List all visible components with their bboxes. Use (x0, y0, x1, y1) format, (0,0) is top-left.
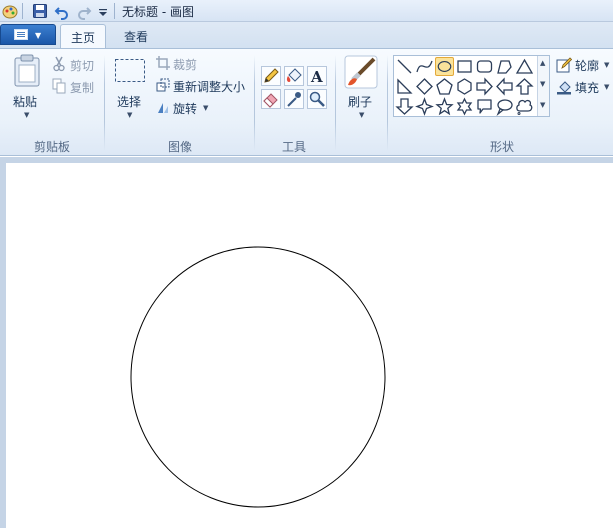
chevron-down-icon: ▼ (35, 31, 42, 40)
scissors-icon[interactable] (52, 56, 66, 72)
four-point-star-shape-icon[interactable] (415, 97, 434, 116)
rectangle-shape-icon[interactable] (455, 57, 474, 76)
color-picker-tool[interactable] (284, 89, 304, 109)
copy-button[interactable]: 复制 (70, 79, 94, 96)
tab-home[interactable]: 主页 (60, 24, 106, 48)
pentagon-shape-icon[interactable] (435, 77, 454, 96)
brushes-dropdown-arrow[interactable]: ▼ (359, 111, 364, 119)
tab-view[interactable]: 查看 (116, 24, 156, 48)
right-arrow-shape-icon[interactable] (475, 77, 494, 96)
save-icon[interactable] (32, 2, 48, 20)
clipboard-group-label: 剪贴板 (33, 140, 70, 154)
select-rectangle-icon[interactable] (114, 58, 146, 84)
cloud-callout-shape-icon[interactable] (515, 97, 534, 116)
outline-button[interactable]: 轮廓 (575, 57, 599, 74)
redo-icon[interactable] (76, 2, 92, 20)
clipboard-paste-icon[interactable] (12, 54, 42, 88)
paste-dropdown-arrow[interactable]: ▼ (24, 111, 29, 119)
customize-quick-access-icon[interactable] (98, 2, 108, 20)
shapes-gallery-scrollbar[interactable]: ▲ ▼ ▼ (537, 56, 549, 116)
fill-tool[interactable] (284, 66, 304, 86)
text-icon: A (310, 68, 323, 86)
oval-callout-shape-icon[interactable] (495, 97, 514, 116)
select-dropdown-arrow[interactable]: ▼ (127, 111, 132, 119)
circle-drawing (130, 246, 386, 508)
rotate-icon[interactable] (156, 100, 170, 114)
group-separator (335, 55, 336, 151)
pencil-icon (264, 68, 279, 83)
five-point-star-shape-icon[interactable] (435, 97, 454, 116)
fill-button[interactable]: 填充 (575, 79, 599, 96)
rotate-button[interactable]: 旋转 (173, 100, 197, 117)
paint-app-icon[interactable] (2, 2, 18, 20)
paint-menu-button[interactable]: ▼ (0, 24, 56, 45)
hexagon-shape-icon[interactable] (455, 77, 474, 96)
curve-shape-icon[interactable] (415, 57, 434, 76)
crop-icon[interactable] (156, 56, 170, 70)
outline-icon[interactable] (556, 57, 572, 73)
magnifier-tool[interactable] (307, 89, 327, 109)
six-point-star-shape-icon[interactable] (455, 97, 474, 116)
quick-access-separator (22, 3, 23, 19)
ribbon: 粘贴 ▼ 剪切 复制 剪贴板 选择 ▼ 裁剪 重新调整大小 旋转 ▼ 图像 A (0, 48, 613, 156)
magnifier-icon (309, 91, 325, 107)
oval-shape-icon[interactable] (435, 57, 454, 76)
eraser-tool[interactable] (261, 89, 281, 109)
fill-dropdown-arrow[interactable]: ▼ (604, 83, 609, 91)
undo-icon[interactable] (54, 2, 70, 20)
fill-bucket-icon (286, 68, 302, 82)
select-button[interactable]: 选择 (117, 93, 141, 110)
svg-text:A: A (310, 68, 323, 85)
fill-icon[interactable] (556, 79, 572, 95)
resize-icon[interactable] (156, 78, 170, 92)
eraser-icon (263, 93, 278, 108)
brushes-button[interactable]: 刷子 (348, 93, 372, 110)
triangle-shape-icon[interactable] (515, 57, 534, 76)
crop-button[interactable]: 裁剪 (173, 56, 197, 73)
rotate-dropdown-arrow[interactable]: ▼ (203, 104, 208, 112)
group-separator (387, 55, 388, 151)
gallery-up-icon[interactable]: ▲ (540, 59, 545, 67)
resize-button[interactable]: 重新调整大小 (173, 78, 245, 95)
rounded-rectangle-shape-icon[interactable] (475, 57, 494, 76)
cut-button[interactable]: 剪切 (70, 57, 94, 74)
up-arrow-shape-icon[interactable] (515, 77, 534, 96)
brush-icon[interactable] (344, 55, 378, 89)
down-arrow-shape-icon[interactable] (395, 97, 414, 116)
gallery-expand-icon[interactable]: ▼ (540, 101, 545, 109)
group-separator (254, 55, 255, 151)
diamond-shape-icon[interactable] (415, 77, 434, 96)
group-separator (104, 55, 105, 151)
title-bar: 无标题 - 画图 (0, 0, 613, 22)
paste-button[interactable]: 粘贴 (13, 93, 37, 110)
polygon-shape-icon[interactable] (495, 57, 514, 76)
right-triangle-shape-icon[interactable] (395, 77, 414, 96)
tools-group-label: 工具 (281, 140, 306, 154)
copy-icon[interactable] (52, 78, 66, 94)
image-group-label: 图像 (167, 140, 192, 154)
eyedropper-icon (287, 92, 301, 107)
title-separator (114, 3, 115, 19)
pencil-tool[interactable] (261, 66, 281, 86)
shapes-group-label: 形状 (489, 140, 514, 154)
gallery-down-icon[interactable]: ▼ (540, 80, 545, 88)
outline-dropdown-arrow[interactable]: ▼ (604, 61, 609, 69)
document-icon (14, 29, 28, 40)
text-tool[interactable]: A (307, 66, 327, 86)
window-title: 无标题 - 画图 (122, 5, 194, 19)
drawing-canvas[interactable] (6, 163, 613, 528)
shapes-gallery[interactable] (393, 55, 550, 117)
line-shape-icon[interactable] (395, 57, 414, 76)
rounded-callout-shape-icon[interactable] (475, 97, 494, 116)
left-arrow-shape-icon[interactable] (495, 77, 514, 96)
